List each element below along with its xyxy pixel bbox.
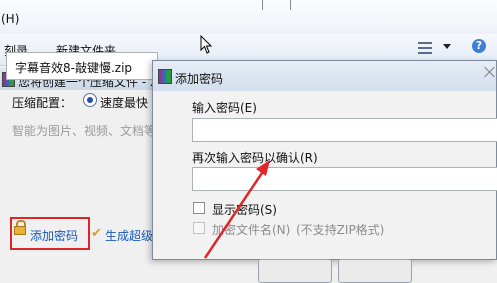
divider — [262, 0, 263, 10]
archive-icon — [158, 69, 172, 84]
ok-button[interactable] — [258, 259, 332, 283]
lock-icon — [14, 220, 26, 235]
confirm-password-input[interactable] — [192, 167, 497, 191]
view-dropdown-icon[interactable] — [443, 44, 451, 49]
view-options-icon[interactable] — [418, 42, 432, 54]
encrypt-filenames-note: (不支持ZIP格式) — [296, 223, 385, 237]
mouse-cursor-icon — [200, 35, 213, 54]
archive-filename-field[interactable]: 字幕音效8-敲键慢.zip — [6, 52, 158, 80]
compression-fastest-radio[interactable] — [83, 93, 97, 107]
help-menu-fragment[interactable]: (H) — [1, 12, 19, 26]
cancel-button[interactable] — [338, 259, 412, 283]
encrypt-filenames-checkbox — [193, 222, 205, 234]
encrypt-filenames-label: 加密文件名(N) — [212, 223, 291, 237]
dialog-title: 添加密码 — [175, 72, 224, 86]
confirm-password-label: 再次输入密码以确认(R) — [192, 151, 318, 165]
password-input[interactable] — [192, 118, 497, 142]
compression-label: 压缩配置： — [12, 96, 73, 110]
compression-hint: 智能为图片、视频、文档等 — [12, 124, 157, 138]
compression-fastest-label: 速度最快 — [100, 96, 149, 110]
close-icon[interactable] — [484, 66, 496, 78]
show-password-label: 显示密码(S) — [212, 203, 277, 217]
check-icon: ✔ — [91, 226, 102, 241]
generate-link[interactable]: 生成超级 — [105, 227, 153, 244]
menu-bar: (H) — [0, 0, 497, 35]
add-password-dialog: 添加密码 输入密码(E) 再次输入密码以确认(R) 显示密码(S) 加密文件名(… — [152, 60, 497, 283]
help-icon[interactable]: ? — [472, 39, 486, 53]
password-label: 输入密码(E) — [192, 101, 257, 115]
show-password-checkbox[interactable] — [193, 202, 205, 214]
archive-filename-value: 字幕音效8-敲键慢.zip — [15, 61, 133, 75]
dialog-titlebar: 添加密码 — [153, 61, 496, 91]
divider — [290, 0, 291, 10]
add-password-link[interactable]: 添加密码 — [30, 227, 78, 244]
